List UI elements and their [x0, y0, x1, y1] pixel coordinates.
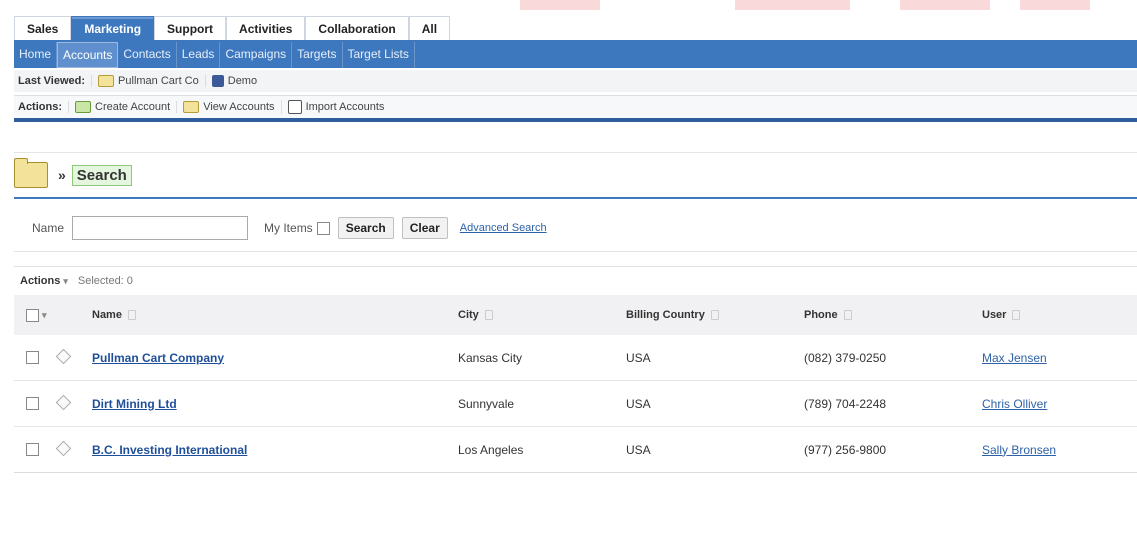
cell-billing-country: USA — [626, 350, 651, 365]
edit-icon[interactable] — [55, 394, 72, 410]
edit-icon[interactable] — [55, 440, 72, 456]
table-row: B.C. Investing International Los Angeles… — [14, 427, 1137, 473]
sort-icon — [843, 310, 852, 321]
row-checkbox[interactable] — [26, 397, 39, 410]
user-link[interactable]: Chris Olliver — [982, 397, 1047, 411]
chevron-down-icon[interactable]: ▾ — [42, 310, 47, 321]
table-header: ▾ Name City Billing Country Phone User — [14, 295, 1137, 335]
view-accounts-label: View Accounts — [203, 101, 275, 113]
sub-tab-accounts[interactable]: Accounts — [57, 42, 119, 68]
page-title: Search — [71, 164, 132, 186]
module-tab-activities[interactable]: Activities — [226, 16, 306, 40]
cell-phone: (789) 704-2248 — [804, 396, 887, 411]
sort-icon — [127, 310, 136, 321]
create-folder-icon — [75, 101, 91, 113]
sort-icon — [710, 310, 719, 321]
import-accounts-link[interactable]: Import Accounts — [280, 100, 391, 114]
page-header: » Search — [14, 152, 1137, 199]
cell-city: Kansas City — [458, 350, 523, 365]
my-items-label: My Items — [264, 221, 313, 235]
account-name-link[interactable]: Dirt Mining Ltd — [92, 397, 177, 411]
edit-icon[interactable] — [55, 348, 72, 364]
column-header-phone[interactable]: Phone — [804, 309, 982, 321]
column-header-city[interactable]: City — [458, 309, 626, 321]
table-row: Pullman Cart Company Kansas City USA (08… — [14, 335, 1137, 381]
cell-city: Los Angeles — [458, 442, 524, 457]
column-header-label: Name — [92, 309, 122, 321]
cell-city: Sunnyvale — [458, 396, 515, 411]
last-viewed-item[interactable]: Pullman Cart Co — [91, 75, 205, 87]
cell-phone: (977) 256-9800 — [804, 442, 887, 457]
create-account-link[interactable]: Create Account — [68, 101, 176, 113]
last-viewed-label: Last Viewed: — [18, 75, 86, 87]
list-actions-bar: Actions ▾ Selected: 0 — [14, 266, 1137, 295]
sub-tab-home[interactable]: Home — [14, 42, 58, 68]
module-tab-support[interactable]: Support — [154, 16, 227, 40]
bulk-actions-menu[interactable]: Actions ▾ — [20, 275, 68, 287]
divider — [14, 118, 1137, 122]
column-header-name[interactable]: Name — [92, 309, 458, 321]
module-tab-marketing[interactable]: Marketing — [71, 16, 155, 40]
name-search-input[interactable] — [72, 216, 249, 240]
row-checkbox[interactable] — [26, 443, 39, 456]
module-nav: Sales Marketing Support Activities Colla… — [14, 16, 1137, 43]
basic-search-form: Name My Items Search Clear Advanced Sear… — [14, 205, 1137, 252]
cell-billing-country: USA — [626, 396, 651, 411]
header-decoration — [1020, 0, 1090, 10]
column-header-label: User — [982, 309, 1007, 321]
cell-phone: (082) 379-0250 — [804, 350, 887, 365]
bulk-actions-label: Actions — [20, 275, 61, 287]
module-folder-icon — [14, 158, 48, 188]
sub-tab-leads[interactable]: Leads — [177, 42, 221, 68]
account-name-link[interactable]: Pullman Cart Company — [92, 351, 224, 365]
header-decoration — [520, 0, 600, 10]
header-decoration — [735, 0, 850, 10]
last-viewed-bar: Last Viewed: Pullman Cart Co Demo — [14, 70, 1137, 92]
column-header-label: City — [458, 309, 479, 321]
column-header-user[interactable]: User — [982, 309, 1137, 321]
my-items-checkbox[interactable] — [316, 221, 330, 235]
create-account-label: Create Account — [95, 101, 171, 113]
sub-tab-target-lists[interactable]: Target Lists — [343, 42, 415, 68]
name-field-label: Name — [32, 221, 65, 235]
column-header-label: Phone — [804, 309, 838, 321]
view-accounts-link[interactable]: View Accounts — [176, 101, 280, 113]
folder-icon — [98, 75, 115, 87]
actions-label: Actions: — [18, 101, 62, 113]
last-viewed-item-label: Pullman Cart Co — [118, 75, 199, 87]
module-tab-sales[interactable]: Sales — [14, 16, 72, 40]
last-viewed-item-label: Demo — [227, 75, 258, 87]
sub-tab-contacts[interactable]: Contacts — [118, 42, 177, 68]
module-tab-collaboration[interactable]: Collaboration — [305, 16, 409, 40]
actions-bar: Actions: Create Account View Accounts Im… — [14, 95, 1137, 118]
user-link[interactable]: Max Jensen — [982, 351, 1047, 365]
account-name-link[interactable]: B.C. Investing International — [92, 443, 247, 457]
advanced-search-link[interactable]: Advanced Search — [460, 222, 547, 234]
accounts-list: Actions ▾ Selected: 0 ▾ Name City Billing… — [14, 266, 1137, 473]
user-link[interactable]: Sally Bronsen — [982, 443, 1056, 457]
sub-nav: Home Accounts Contacts Leads Campaigns T… — [14, 42, 1137, 68]
cell-billing-country: USA — [626, 442, 651, 457]
select-all-checkbox[interactable] — [26, 308, 39, 322]
demo-icon — [211, 75, 224, 87]
row-checkbox[interactable] — [26, 351, 39, 364]
sort-icon — [1012, 310, 1021, 321]
selected-count: Selected: 0 — [77, 275, 133, 287]
sub-tab-campaigns[interactable]: Campaigns — [220, 42, 293, 68]
last-viewed-item[interactable]: Demo — [204, 75, 263, 87]
folder-icon — [183, 101, 200, 113]
table-row: Dirt Mining Ltd Sunnyvale USA (789) 704-… — [14, 381, 1137, 427]
import-accounts-label: Import Accounts — [305, 101, 385, 113]
column-header-label: Billing Country — [626, 309, 705, 321]
sub-tab-targets[interactable]: Targets — [292, 42, 343, 68]
clear-button[interactable]: Clear — [401, 217, 448, 239]
column-header-billing-country[interactable]: Billing Country — [626, 309, 804, 321]
sort-icon — [484, 310, 493, 321]
header-decoration — [900, 0, 990, 10]
import-icon — [287, 100, 302, 114]
search-button[interactable]: Search — [337, 217, 394, 239]
breadcrumb-separator: » — [58, 167, 66, 183]
module-tab-all[interactable]: All — [408, 16, 451, 40]
chevron-down-icon: ▾ — [63, 276, 68, 286]
